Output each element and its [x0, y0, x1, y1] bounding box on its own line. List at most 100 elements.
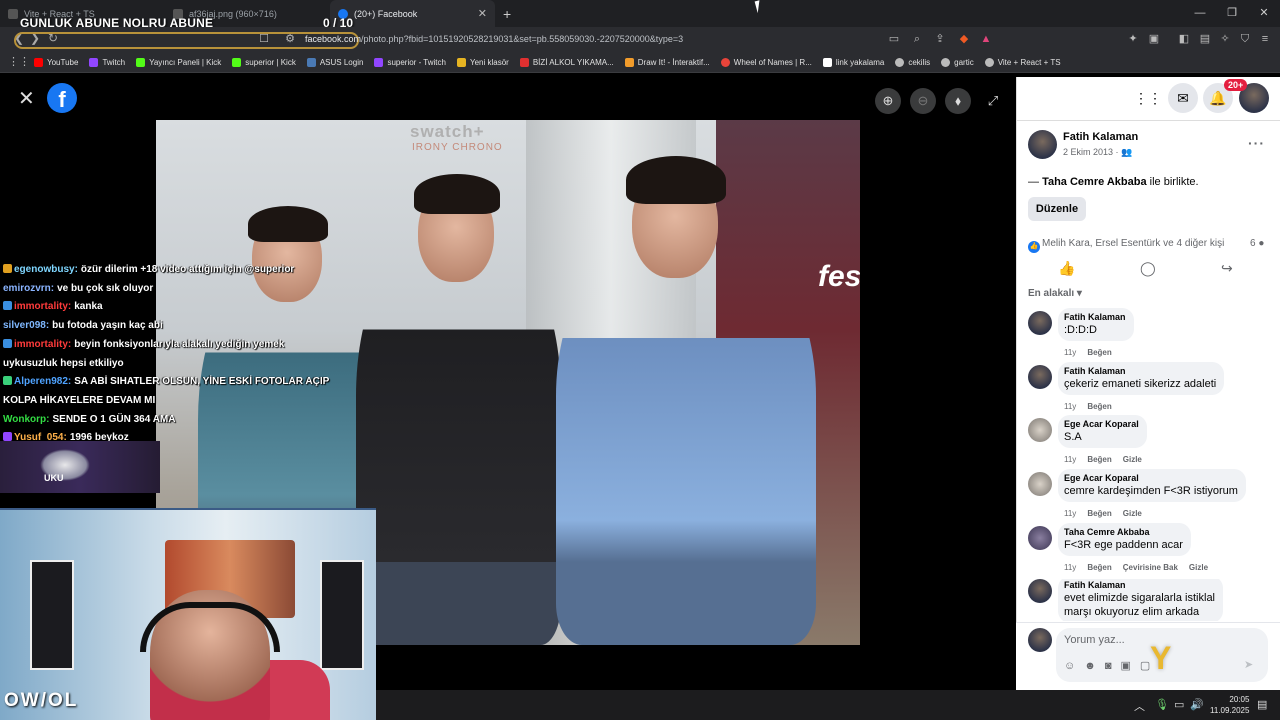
messenger-icon[interactable]: ✉ [1168, 83, 1198, 113]
bookmark-item[interactable]: superior | Kick [232, 58, 296, 67]
comment-avatar[interactable] [1028, 526, 1052, 550]
author-avatar[interactable] [1028, 130, 1057, 159]
url-input[interactable]: facebook.com/photo.php?fbid=101519205282… [305, 34, 683, 44]
tab-facebook[interactable]: (20+) Facebook ✕ [330, 0, 495, 27]
tab-search-icon[interactable]: ▣ [1148, 33, 1160, 45]
camera-icon[interactable]: ◙ [1105, 660, 1121, 672]
comment-like-button[interactable]: Beğen [1087, 509, 1111, 518]
new-tab-button[interactable]: + [495, 6, 519, 22]
bookmark-item[interactable]: Yayıncı Paneli | Kick [136, 58, 221, 67]
comment-author[interactable]: Fatih Kalaman [1064, 580, 1215, 590]
comment-count[interactable]: 6 ● [1250, 238, 1264, 249]
more-options-icon[interactable]: ··· [1248, 135, 1265, 151]
comment-author[interactable]: Ege Acar Koparal [1064, 419, 1139, 429]
photo-hair [248, 206, 328, 242]
comment-author[interactable]: Ege Acar Koparal [1064, 473, 1238, 483]
comment-avatar[interactable] [1028, 365, 1052, 389]
close-viewer-icon[interactable]: ✕ [18, 86, 35, 111]
photo-sign: swatch+ [410, 122, 485, 141]
vpn-icon[interactable]: ⛉ [1239, 33, 1251, 45]
comment-author[interactable]: Taha Cemre Akbaba [1064, 527, 1183, 537]
comment-like-button[interactable]: Beğen [1087, 455, 1111, 464]
bookmark-item[interactable]: link yakalama [822, 58, 884, 67]
share-post-icon[interactable]: ↪ [1221, 260, 1233, 277]
comment-icon[interactable]: ◯ [1140, 260, 1156, 277]
comment-sort[interactable]: En alakalı ▾ [1028, 288, 1082, 299]
send-icon[interactable]: ➤ [1244, 658, 1253, 671]
leo-icon[interactable]: ✧ [1219, 33, 1231, 45]
zoom-out-icon[interactable]: ⊖ [910, 88, 936, 114]
comment-hide-button[interactable]: Gizle [1189, 563, 1208, 572]
comment-author[interactable]: Fatih Kalaman [1064, 366, 1216, 376]
sidebar-icon[interactable]: ◧ [1178, 33, 1190, 45]
fullscreen-icon[interactable]: ⤢ [980, 88, 1006, 114]
screen-icon[interactable]: ▭ [888, 33, 900, 45]
comment-like-button[interactable]: Beğen [1087, 348, 1111, 357]
network-icon[interactable]: ▭ [1174, 698, 1184, 711]
rewards-icon[interactable]: ▲ [980, 33, 992, 45]
avatar-sticker-icon[interactable]: ☺ [1064, 660, 1084, 672]
comment-like-button[interactable]: Beğen [1087, 402, 1111, 411]
zoom-icon[interactable]: ⌕ [911, 33, 923, 45]
bookmark-item[interactable]: gartic [941, 58, 974, 67]
notification-center-icon[interactable]: ▤ [1257, 698, 1267, 711]
comment-hide-button[interactable]: Gizle [1123, 509, 1142, 518]
share-icon[interactable]: ⇪ [934, 33, 946, 45]
bookmark-folder[interactable]: Yeni klasör [456, 58, 509, 67]
comment-bubble: Taha Cemre Akbaba F<3R ege paddenn acar [1058, 523, 1191, 556]
comment-author[interactable]: Fatih Kalaman [1064, 312, 1126, 322]
comment-avatar[interactable] [1028, 472, 1052, 496]
gif-icon[interactable]: ▣ [1120, 660, 1139, 672]
bookmark-item[interactable]: Draw It! - İnteraktif... [624, 58, 710, 67]
comment-avatar[interactable] [1028, 311, 1052, 335]
menu-icon[interactable]: ≡ [1259, 33, 1271, 45]
microphone-icon[interactable]: 🎙 [1155, 698, 1169, 711]
facebook-logo-icon[interactable]: f [47, 83, 77, 113]
comment-avatar[interactable] [1028, 579, 1052, 603]
see-translation-button[interactable]: Çevirisine Bak [1123, 563, 1178, 572]
tag-icon[interactable]: ⬧ [945, 88, 971, 114]
zoom-in-icon[interactable]: ⊕ [875, 88, 901, 114]
bookmark-item[interactable]: BİZİ ALKOL YIKAMA... [519, 58, 614, 67]
chat-badge-icon [3, 432, 12, 442]
close-tab-icon[interactable]: ✕ [478, 7, 487, 20]
system-clock[interactable]: 20:05 11.09.2025 [1210, 694, 1249, 716]
minimize-icon[interactable]: — [1184, 0, 1216, 27]
bookmark-item[interactable]: cekilis [895, 58, 930, 67]
menu-grid-icon[interactable]: ⋮⋮ [1133, 83, 1163, 113]
bookmark-item[interactable]: superior - Twitch [374, 58, 446, 67]
chat-line: emirozvrn: ve bu çok sık oluyor [3, 280, 353, 299]
post-date[interactable]: 2 Ekim 2013 · 👥 [1063, 147, 1132, 158]
like-icon[interactable]: 👍 [1058, 260, 1075, 277]
edit-button[interactable]: Düzenle [1028, 197, 1086, 221]
chat-line: uykusuzluk hepsi etkiliyo [3, 355, 353, 374]
bookmark-item[interactable]: ASUS Login [306, 58, 363, 67]
chat-user: emirozvrn: [3, 282, 55, 294]
apps-icon[interactable]: ⋮⋮ [8, 56, 30, 68]
bookmark-item[interactable]: YouTube [34, 58, 78, 67]
bookmark-icon[interactable]: ☐ [258, 33, 270, 45]
wallet-icon[interactable]: ▤ [1199, 33, 1211, 45]
emoji-icon[interactable]: ☻ [1084, 660, 1105, 672]
close-window-icon[interactable]: ✕ [1248, 0, 1280, 27]
reactions-summary[interactable]: 👍 Melih Kara, Ersel Esentürk ve 4 diğer k… [1028, 238, 1224, 253]
comment-avatar[interactable] [1028, 418, 1052, 442]
tagged-user[interactable]: Taha Cemre Akbaba [1042, 176, 1147, 188]
site-info-icon[interactable]: ⚙ [284, 33, 296, 45]
comment-like-button[interactable]: Beğen [1087, 563, 1111, 572]
bookmark-item[interactable]: Wheel of Names | R... [720, 58, 812, 67]
extensions-icon[interactable]: ✦ [1127, 33, 1139, 45]
post-author[interactable]: Fatih Kalaman [1063, 131, 1138, 143]
chat-message: SENDE O 1 GÜN 364 AMA [52, 413, 176, 425]
tray-chevron-icon[interactable]: ︿ [1134, 698, 1145, 714]
bookmark-favicon-icon [720, 58, 730, 67]
brave-shield-icon[interactable]: ◆ [958, 33, 970, 45]
comment-hide-button[interactable]: Gizle [1123, 455, 1142, 464]
bookmark-item[interactable]: Twitch [89, 58, 125, 67]
volume-icon[interactable]: 🔊 [1190, 698, 1204, 711]
like-reaction-icon: 👍 [1028, 241, 1040, 253]
comment-text: çekeriz emaneti sikerizz adaleti [1064, 378, 1217, 390]
maximize-icon[interactable]: ❐ [1216, 0, 1248, 27]
bookmark-label: BİZİ ALKOL YIKAMA... [532, 58, 614, 67]
bookmark-item[interactable]: Vite + React + TS [984, 58, 1061, 67]
